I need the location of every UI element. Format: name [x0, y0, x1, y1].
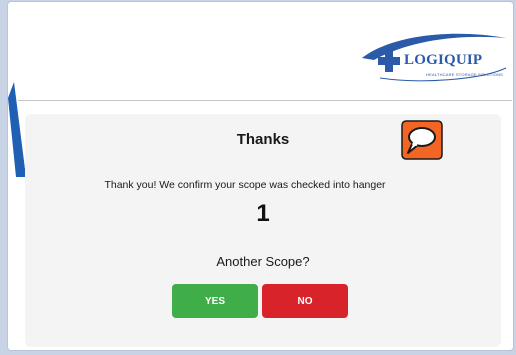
medical-cross-icon [378, 50, 400, 72]
logiquip-logo: LOGIQUIP HEALTHCARE STORAGE SOLUTIONS [360, 26, 508, 82]
speech-bubble-icon [401, 120, 443, 160]
logo-wordmark: LOGIQUIP [404, 52, 483, 68]
header-divider [18, 100, 512, 101]
no-button[interactable]: NO [262, 284, 348, 318]
confirmation-card: Thanks Thank you! We confirm your scope … [25, 114, 501, 347]
logo-tagline: HEALTHCARE STORAGE SOLUTIONS [426, 72, 504, 77]
confirmation-message: Thank you! We confirm your scope was che… [104, 179, 386, 191]
scope-count: 1 [256, 200, 270, 227]
another-scope-question: Another Scope? [216, 254, 310, 269]
chat-button[interactable] [401, 120, 443, 160]
yes-button[interactable]: YES [172, 284, 258, 318]
